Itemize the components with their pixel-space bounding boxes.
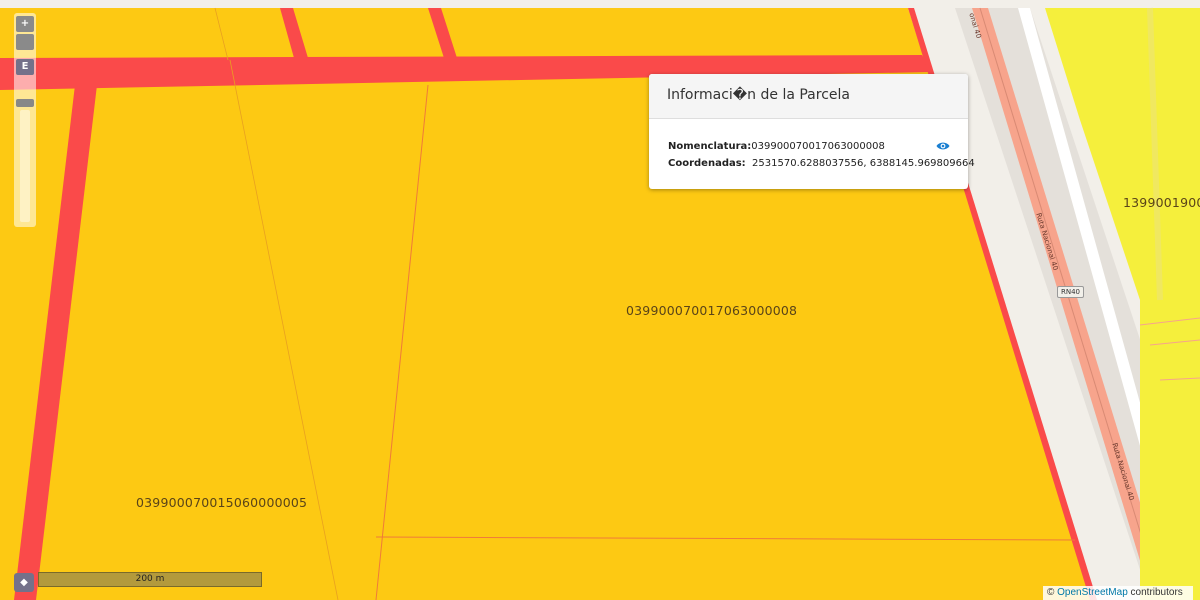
popup-title: Informaci�n de la Parcela bbox=[667, 87, 850, 103]
scale-toggle-icon[interactable]: ◆ bbox=[14, 573, 34, 592]
zoom-out-button[interactable] bbox=[16, 34, 34, 50]
map-attribution: © OpenStreetMap contributors bbox=[1043, 586, 1193, 600]
map-layers bbox=[0, 0, 1200, 600]
coordenadas-value: 2531570.6288037556, 6388145.969809664 bbox=[752, 158, 975, 169]
popup-header: Informaci�n de la Parcela bbox=[649, 74, 968, 119]
eye-icon[interactable] bbox=[936, 141, 950, 151]
openstreetmap-link[interactable]: OpenStreetMap bbox=[1057, 587, 1128, 598]
nomenclatura-value: 039900070017063000008 bbox=[751, 141, 885, 152]
attribution-suffix: contributors bbox=[1127, 587, 1183, 598]
nomenclatura-row: Nomenclatura:039900070017063000008 bbox=[668, 141, 885, 152]
road-shield-rn40: RN40 bbox=[1057, 286, 1085, 298]
zoom-slider-track[interactable] bbox=[20, 110, 30, 222]
copyright-symbol: © bbox=[1047, 587, 1055, 598]
parcel-info-popup: Informaci�n de la Parcela Nomenclatura:0… bbox=[649, 74, 975, 189]
parcel-label-main: 039900070017063000008 bbox=[626, 303, 798, 318]
coordenadas-label: Coordenadas: bbox=[668, 158, 746, 169]
zoom-slider-thumb[interactable] bbox=[16, 99, 34, 107]
extent-button[interactable]: E bbox=[16, 59, 34, 75]
coordenadas-row: Coordenadas: 2531570.6288037556, 6388145… bbox=[668, 158, 975, 169]
parcel-label-right: 1399001900 bbox=[1123, 195, 1200, 210]
parcel-label-left: 039900070015060000005 bbox=[136, 495, 308, 510]
zoom-in-button[interactable]: + bbox=[16, 16, 34, 32]
nomenclatura-label: Nomenclatura: bbox=[668, 141, 752, 152]
map-view[interactable]: 039900070017063000008 039900070015060000… bbox=[0, 0, 1200, 600]
scale-bar: 200 m bbox=[38, 572, 262, 587]
